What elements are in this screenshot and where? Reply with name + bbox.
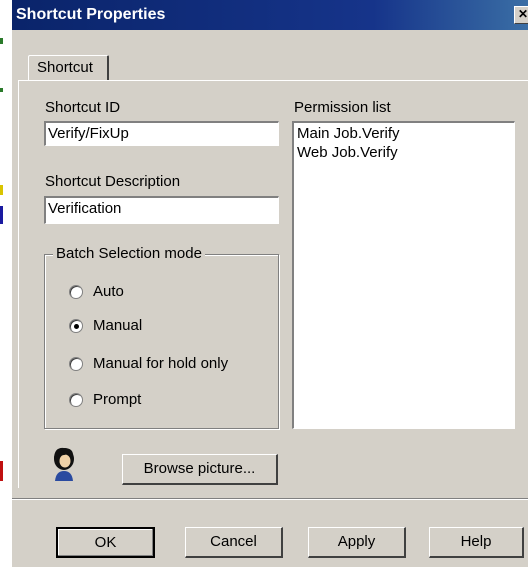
close-button[interactable]: ✕ [514, 6, 528, 24]
edge-mark [0, 461, 3, 481]
radio-selected-dot-icon [74, 324, 79, 329]
cancel-button[interactable]: Cancel [185, 527, 283, 558]
tab-shortcut-label: Shortcut [37, 59, 93, 76]
radio-circle-icon [69, 357, 83, 371]
radio-manual-for-hold-only-label: Manual for hold only [93, 355, 229, 372]
radio-prompt-label: Prompt [93, 391, 142, 408]
close-icon: ✕ [517, 7, 528, 21]
user-silhouette-icon [54, 447, 74, 481]
radio-circle-icon [69, 285, 83, 299]
separator [12, 498, 528, 500]
help-button[interactable]: Help [429, 527, 524, 558]
permission-list[interactable]: Main Job.Verify Web Job.Verify [292, 121, 515, 429]
shortcut-id-input[interactable]: Verify/FixUp [44, 121, 279, 146]
shortcut-description-label: Shortcut Description [45, 173, 181, 190]
window-title: Shortcut Properties [16, 6, 166, 23]
radio-manual-label: Manual [93, 317, 143, 334]
apply-button[interactable]: Apply [308, 527, 406, 558]
ok-label: OK [94, 534, 117, 551]
shortcut-properties-dialog: Shortcut Properties ✕ Shortcut Shortcut … [11, 0, 528, 567]
browse-picture-button[interactable]: Browse picture... [122, 454, 278, 485]
radio-auto-label: Auto [93, 283, 124, 300]
radio-circle-icon [69, 393, 83, 407]
tab-shortcut[interactable]: Shortcut [28, 55, 109, 80]
permission-list-label: Permission list [294, 99, 391, 116]
title-bar[interactable]: Shortcut Properties ✕ [12, 0, 528, 30]
cancel-label: Cancel [210, 533, 257, 550]
list-item[interactable]: Main Job.Verify [297, 124, 511, 143]
batch-selection-legend: Batch Selection mode [53, 245, 205, 262]
background-window-edge [0, 0, 11, 567]
apply-label: Apply [337, 533, 376, 550]
shortcut-id-label: Shortcut ID [45, 99, 121, 116]
browse-picture-label: Browse picture... [143, 460, 256, 477]
radio-circle-icon [69, 319, 83, 333]
list-item[interactable]: Web Job.Verify [297, 143, 511, 162]
shortcut-description-input[interactable]: Verification [44, 196, 279, 224]
help-label: Help [460, 533, 492, 550]
edge-mark [0, 185, 3, 195]
edge-mark [0, 38, 3, 44]
batch-selection-groupbox: Batch Selection mode Auto Manual Manual … [44, 245, 279, 429]
edge-mark [0, 88, 3, 92]
edge-mark [0, 206, 3, 224]
ok-button[interactable]: OK [56, 527, 155, 558]
